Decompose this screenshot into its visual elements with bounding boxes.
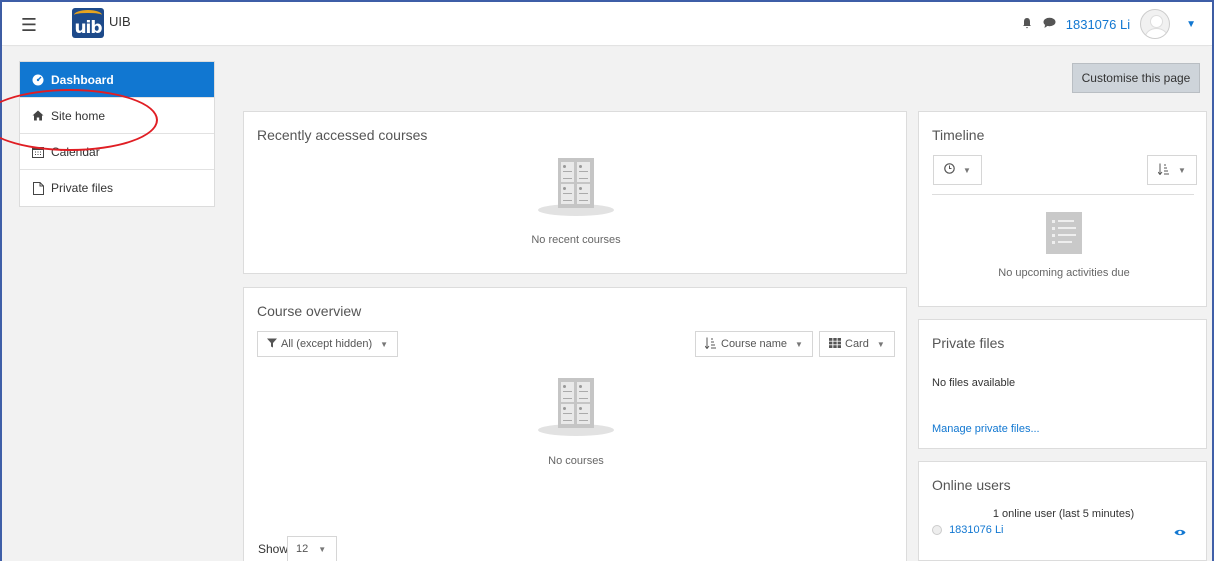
filter-dropdown[interactable]: All (except hidden) ▼ xyxy=(257,331,399,357)
user-menu-caret-icon[interactable]: ▼ xyxy=(1186,19,1196,30)
grid-icon xyxy=(829,337,841,351)
user-avatar[interactable] xyxy=(1140,9,1171,39)
no-activities-illustration xyxy=(1046,212,1082,254)
drawer-item-label: Private files xyxy=(51,181,114,195)
user-nav: 1831076 Li ▼ xyxy=(1021,9,1196,39)
empty-message: No courses xyxy=(548,455,604,467)
caret-down-icon: ▼ xyxy=(1178,165,1186,175)
logo-text: uib xyxy=(74,18,102,38)
message-icon[interactable] xyxy=(1043,17,1056,32)
bell-icon[interactable] xyxy=(1021,17,1033,32)
file-icon xyxy=(31,181,45,195)
home-icon xyxy=(31,110,45,121)
site-logo[interactable]: uib xyxy=(72,8,104,38)
sort-icon xyxy=(704,337,717,352)
caret-down-icon: ▼ xyxy=(876,339,885,349)
calendar-icon xyxy=(31,146,45,158)
card-title: Private files xyxy=(932,335,1005,351)
drawer-item-site-home[interactable]: Site home xyxy=(20,98,214,134)
empty-message: No files available xyxy=(932,377,1016,389)
top-navbar: ☰ uib UIB 1831076 Li ▼ xyxy=(2,2,1212,46)
clock-icon xyxy=(944,163,955,177)
sort-icon xyxy=(1157,163,1170,178)
view-dropdown[interactable]: Card ▼ xyxy=(819,331,895,357)
card-title: Timeline xyxy=(932,127,985,143)
course-overview-card: Course overview All (except hidden) ▼ Co… xyxy=(243,287,907,561)
site-name[interactable]: UIB xyxy=(109,14,131,29)
username-link[interactable]: 1831076 Li xyxy=(1066,17,1130,32)
view-label: Card xyxy=(845,338,869,350)
private-files-card: Private files No files available Manage … xyxy=(918,319,1207,449)
drawer-item-label: Site home xyxy=(51,108,106,123)
online-users-summary: 1 online user (last 5 minutes) xyxy=(992,508,1135,520)
dashboard-icon xyxy=(31,74,45,86)
hamburger-icon: ☰ xyxy=(20,14,38,35)
caret-down-icon: ▼ xyxy=(963,165,971,175)
sort-dropdown[interactable]: Course name ▼ xyxy=(695,331,813,357)
page-size-select[interactable]: 12 ▼ xyxy=(287,536,337,561)
manage-private-files-link[interactable]: Manage private files... xyxy=(932,423,1040,435)
drawer-item-private-files[interactable]: Private files xyxy=(20,170,214,206)
drawer-item-calendar[interactable]: Calendar xyxy=(20,134,214,170)
caret-down-icon: ▼ xyxy=(795,339,803,349)
online-user-link[interactable]: 1831076 Li xyxy=(949,524,1003,536)
recent-courses-card: Recently accessed courses No recent cour… xyxy=(243,111,907,274)
caret-down-icon: ▼ xyxy=(380,339,389,349)
timeline-card: Timeline ▼ ▼ No upcoming activities due xyxy=(918,111,1207,307)
online-user-row[interactable]: 1831076 Li xyxy=(932,524,1004,536)
drawer-item-label: Calendar xyxy=(51,144,100,159)
nav-drawer: Dashboard Site home Calendar Private fil… xyxy=(19,61,215,207)
card-title: Recently accessed courses xyxy=(257,127,428,143)
no-courses-illustration xyxy=(538,156,614,218)
sort-label: Course name xyxy=(721,338,788,350)
timeline-filter-dropdown[interactable]: ▼ xyxy=(933,155,982,185)
hamburger-menu-button[interactable]: ☰ xyxy=(10,10,48,40)
filter-label: All (except hidden) xyxy=(281,338,373,350)
online-users-card: Online users 1 online user (last 5 minut… xyxy=(918,461,1207,561)
card-title: Online users xyxy=(932,477,1011,493)
page-size-value: 12 xyxy=(296,543,309,555)
customise-page-button[interactable]: Customise this page xyxy=(1072,63,1200,93)
no-courses-illustration xyxy=(538,376,614,438)
card-title: Course overview xyxy=(257,303,362,319)
user-avatar-icon xyxy=(932,525,942,536)
empty-message: No recent courses xyxy=(531,234,621,246)
eye-icon[interactable] xyxy=(1174,528,1186,540)
empty-message: No upcoming activities due xyxy=(998,267,1130,279)
filter-icon xyxy=(267,338,277,351)
timeline-sort-dropdown[interactable]: ▼ xyxy=(1147,155,1197,185)
show-label: Show xyxy=(258,542,289,556)
drawer-item-label: Dashboard xyxy=(51,72,114,87)
drawer-item-dashboard[interactable]: Dashboard xyxy=(20,62,214,98)
caret-down-icon: ▼ xyxy=(318,544,327,554)
timeline-divider xyxy=(932,194,1194,195)
